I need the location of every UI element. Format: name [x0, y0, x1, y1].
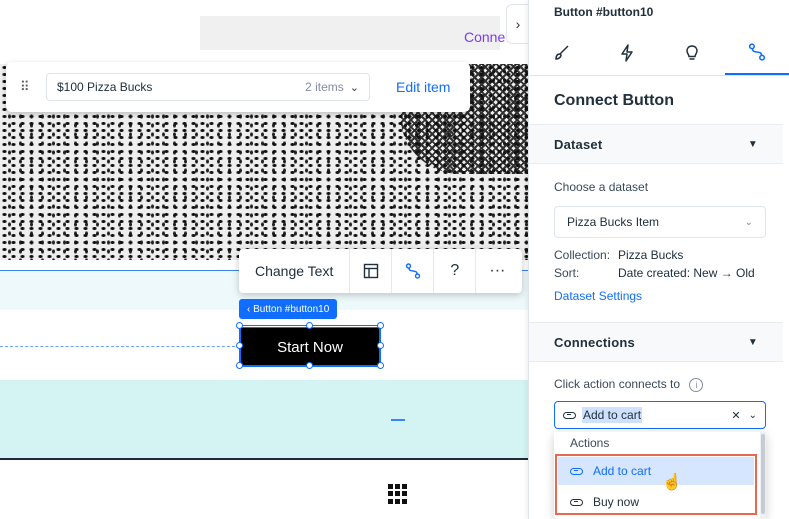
link-icon [570, 467, 583, 475]
dataset-value: Pizza Bucks Item [567, 215, 660, 229]
dropdown-scrollbar[interactable] [760, 432, 766, 519]
connect-data-icon [749, 42, 766, 61]
click-action-label-row: Click action connects to i [554, 377, 704, 392]
tab-design[interactable] [529, 30, 594, 75]
chevron-down-icon: ⌄ [744, 216, 753, 228]
more-options-button[interactable]: ··· [476, 249, 518, 293]
apps-grid-icon[interactable] [388, 484, 408, 504]
resize-handle[interactable] [377, 342, 384, 349]
expand-panel-button[interactable]: › [506, 4, 528, 44]
paintbrush-icon [554, 44, 569, 60]
actions-dropdown: Actions Add to cart Buy now [554, 432, 766, 519]
item-name: $100 Pizza Bucks [57, 80, 153, 94]
resize-handle[interactable] [236, 322, 243, 329]
clear-icon[interactable]: ✕ [731, 409, 740, 422]
panel-heading: Connect Button [554, 92, 674, 109]
start-now-button[interactable]: Start Now [240, 327, 380, 367]
link-icon [563, 411, 576, 419]
section-marker [391, 419, 405, 421]
sort-value: Date created: New → Old [618, 266, 755, 280]
link-icon [570, 498, 583, 506]
option-label: Add to cart [593, 464, 652, 478]
item-selector[interactable]: $100 Pizza Bucks 2 items ⌄ [46, 73, 370, 101]
chevron-down-icon: ⌄ [349, 81, 359, 94]
option-add-to-cart[interactable]: Add to cart [558, 457, 754, 485]
click-action-select[interactable]: Add to cart ✕ ⌄ [554, 401, 766, 429]
editor-canvas[interactable]: Conne › ⠿ $100 Pizza Bucks 2 items ⌄ Edi… [0, 0, 528, 519]
dataset-section-title: Dataset [554, 136, 603, 152]
lightning-icon [621, 43, 633, 62]
item-count: 2 items [305, 80, 344, 94]
drag-handle-icon[interactable]: ⠿ [20, 79, 29, 95]
edit-item-link[interactable]: Edit item [396, 79, 450, 95]
element-name-tag[interactable]: ‹ Button #button10 [239, 299, 338, 319]
tab-connect[interactable] [724, 30, 789, 75]
dataset-item-bar: ⠿ $100 Pizza Bucks 2 items ⌄ Edit item [6, 62, 470, 112]
connect-panel: Button #button10 Connect Button Dataset … [528, 0, 789, 519]
sort-row: Sort: Date created: New → Old [554, 266, 755, 280]
collection-value: Pizza Bucks [618, 248, 684, 262]
snap-guide-line [0, 346, 240, 347]
lightbulb-icon [686, 44, 698, 60]
resize-handle[interactable] [306, 362, 313, 369]
info-icon[interactable]: i [689, 377, 704, 392]
choose-dataset-label: Choose a dataset [554, 180, 649, 194]
element-toolbar: Change Text ? ··· [239, 249, 522, 293]
layout-icon[interactable] [350, 249, 393, 293]
resize-handle[interactable] [236, 362, 243, 369]
connect-data-icon[interactable] [392, 249, 435, 293]
panel-title: Button #button10 [554, 5, 654, 19]
connections-section-title: Connections [554, 334, 635, 350]
caret-down-icon: ▼ [747, 336, 758, 348]
help-button[interactable]: ? [434, 249, 477, 293]
click-action-label: Click action connects to [554, 377, 681, 391]
footer-section[interactable] [0, 462, 528, 519]
resize-handle[interactable] [377, 322, 384, 329]
dropdown-header: Actions [570, 436, 610, 450]
connections-section-header[interactable]: Connections ▼ [529, 322, 783, 362]
resize-handle[interactable] [236, 342, 243, 349]
panel-tabs [529, 30, 789, 76]
click-action-value: Add to cart [582, 407, 643, 423]
dataset-settings-link[interactable]: Dataset Settings [554, 289, 642, 303]
caret-down-icon: ▼ [747, 138, 758, 150]
dataset-section-header[interactable]: Dataset ▼ [529, 124, 783, 164]
tab-animation[interactable] [594, 30, 659, 75]
sort-label: Sort: [554, 266, 580, 280]
chevron-right-icon: › [515, 16, 521, 32]
collection-row: Collection: Pizza Bucks [554, 248, 683, 262]
dataset-dropdown[interactable]: Pizza Bucks Item ⌄ [554, 206, 766, 238]
option-buy-now[interactable]: Buy now [558, 488, 754, 516]
connect-peek-text: Conne [464, 29, 506, 45]
resize-handle[interactable] [306, 322, 313, 329]
chevron-down-icon[interactable]: ⌄ [749, 410, 757, 421]
resize-handle[interactable] [377, 362, 384, 369]
teal-section[interactable] [0, 380, 528, 460]
collection-label: Collection: [554, 248, 611, 262]
change-text-button[interactable]: Change Text [239, 249, 351, 293]
hand-cursor-icon: ☝ [662, 474, 682, 491]
tab-ideas[interactable] [660, 30, 725, 75]
header-placeholder [200, 16, 500, 50]
option-label: Buy now [593, 495, 640, 509]
